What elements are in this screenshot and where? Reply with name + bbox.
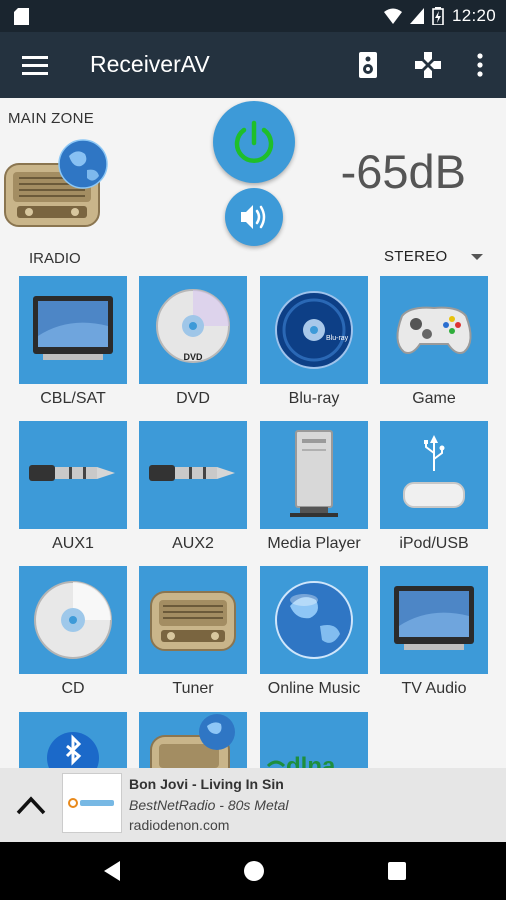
wifi-icon [383,8,402,24]
zone-label: MAIN ZONE [8,110,95,127]
surround-mode-value: STEREO [384,248,448,265]
tv-monitor-icon [394,586,474,650]
input-label: iPod/USB [399,535,469,552]
power-button[interactable] [213,101,295,183]
power-icon [234,120,274,163]
input-tile-online-music[interactable]: Online Music [260,566,368,698]
track-title: Bon Jovi - Living In Sin [129,776,284,792]
home-icon[interactable] [242,859,266,883]
sd-card-icon [14,8,29,25]
input-tile-tuner[interactable]: Tuner [139,566,247,698]
tv-monitor-icon [33,296,113,360]
svg-text:DVD: DVD [183,352,203,362]
app-bar: ReceiverAV [0,32,506,98]
input-label: Online Music [267,680,361,697]
radio-icon [150,591,236,651]
audio-jack-icon [29,465,115,481]
back-icon[interactable] [100,859,124,883]
svg-text:Blu-ray: Blu-ray [326,335,349,342]
media-player-icon [290,430,338,517]
input-label: AUX1 [52,535,94,552]
input-tile-tv-audio[interactable]: TV Audio [380,566,488,698]
current-source: IRADIO [29,250,81,267]
input-tile-cd[interactable]: CD [19,566,127,698]
cd-disc-icon [34,581,112,659]
input-tile-game[interactable]: Game [380,276,488,408]
input-label: Blu-ray [288,390,340,407]
input-label: CBL/SAT [40,390,106,407]
stream-source: radiodenon.com [129,817,230,833]
audio-jack-icon [149,465,235,481]
input-label: Media Player [267,535,361,552]
input-tile-aux2[interactable]: AUX2 [139,421,247,553]
station-logo [62,773,122,833]
signal-icon [409,8,424,24]
globe-icon [275,581,353,659]
volume-icon [241,205,266,229]
usb-dock-icon [403,435,465,508]
status-bar: 12:20 [0,0,506,32]
surround-mode-dropdown[interactable]: STEREO [384,246,488,268]
input-tile-bluray[interactable]: Blu-ray Blu-ray [260,276,368,408]
input-label: Game [412,390,456,407]
recents-icon[interactable] [385,859,409,883]
gamepad-icon [396,306,472,354]
chevron-up-icon[interactable] [14,789,48,821]
station-logo-image [68,798,114,808]
input-tile-cbl-sat[interactable]: CBL/SAT [19,276,127,408]
input-tile-media-player[interactable]: Media Player [260,421,368,553]
internet-radio-icon [4,139,108,227]
clock: 12:20 [451,6,496,25]
input-label: AUX2 [172,535,214,552]
system-nav-bar [0,842,506,900]
input-label: CD [61,680,85,697]
speaker-icon[interactable] [351,48,385,82]
menu-icon[interactable] [22,54,48,76]
overflow-menu-icon[interactable] [463,48,497,82]
input-tile-ipod-usb[interactable]: iPod/USB [380,421,488,553]
input-label: TV Audio [401,680,467,697]
input-label: DVD [176,390,210,407]
input-tile-dvd[interactable]: DVD DVD [139,276,247,408]
battery-icon [432,7,444,25]
chevron-down-icon [471,254,483,260]
volume-button[interactable] [225,188,283,246]
dpad-icon[interactable] [411,48,445,82]
input-tile-aux1[interactable]: AUX1 [19,421,127,553]
bluray-disc-icon: Blu-ray [275,291,353,369]
volume-level: -65dB [340,145,466,198]
dvd-disc-icon: DVD [156,289,230,363]
input-label: Tuner [172,680,214,697]
station-name: BestNetRadio - 80s Metal [129,797,289,813]
app-title: ReceiverAV [90,51,210,77]
